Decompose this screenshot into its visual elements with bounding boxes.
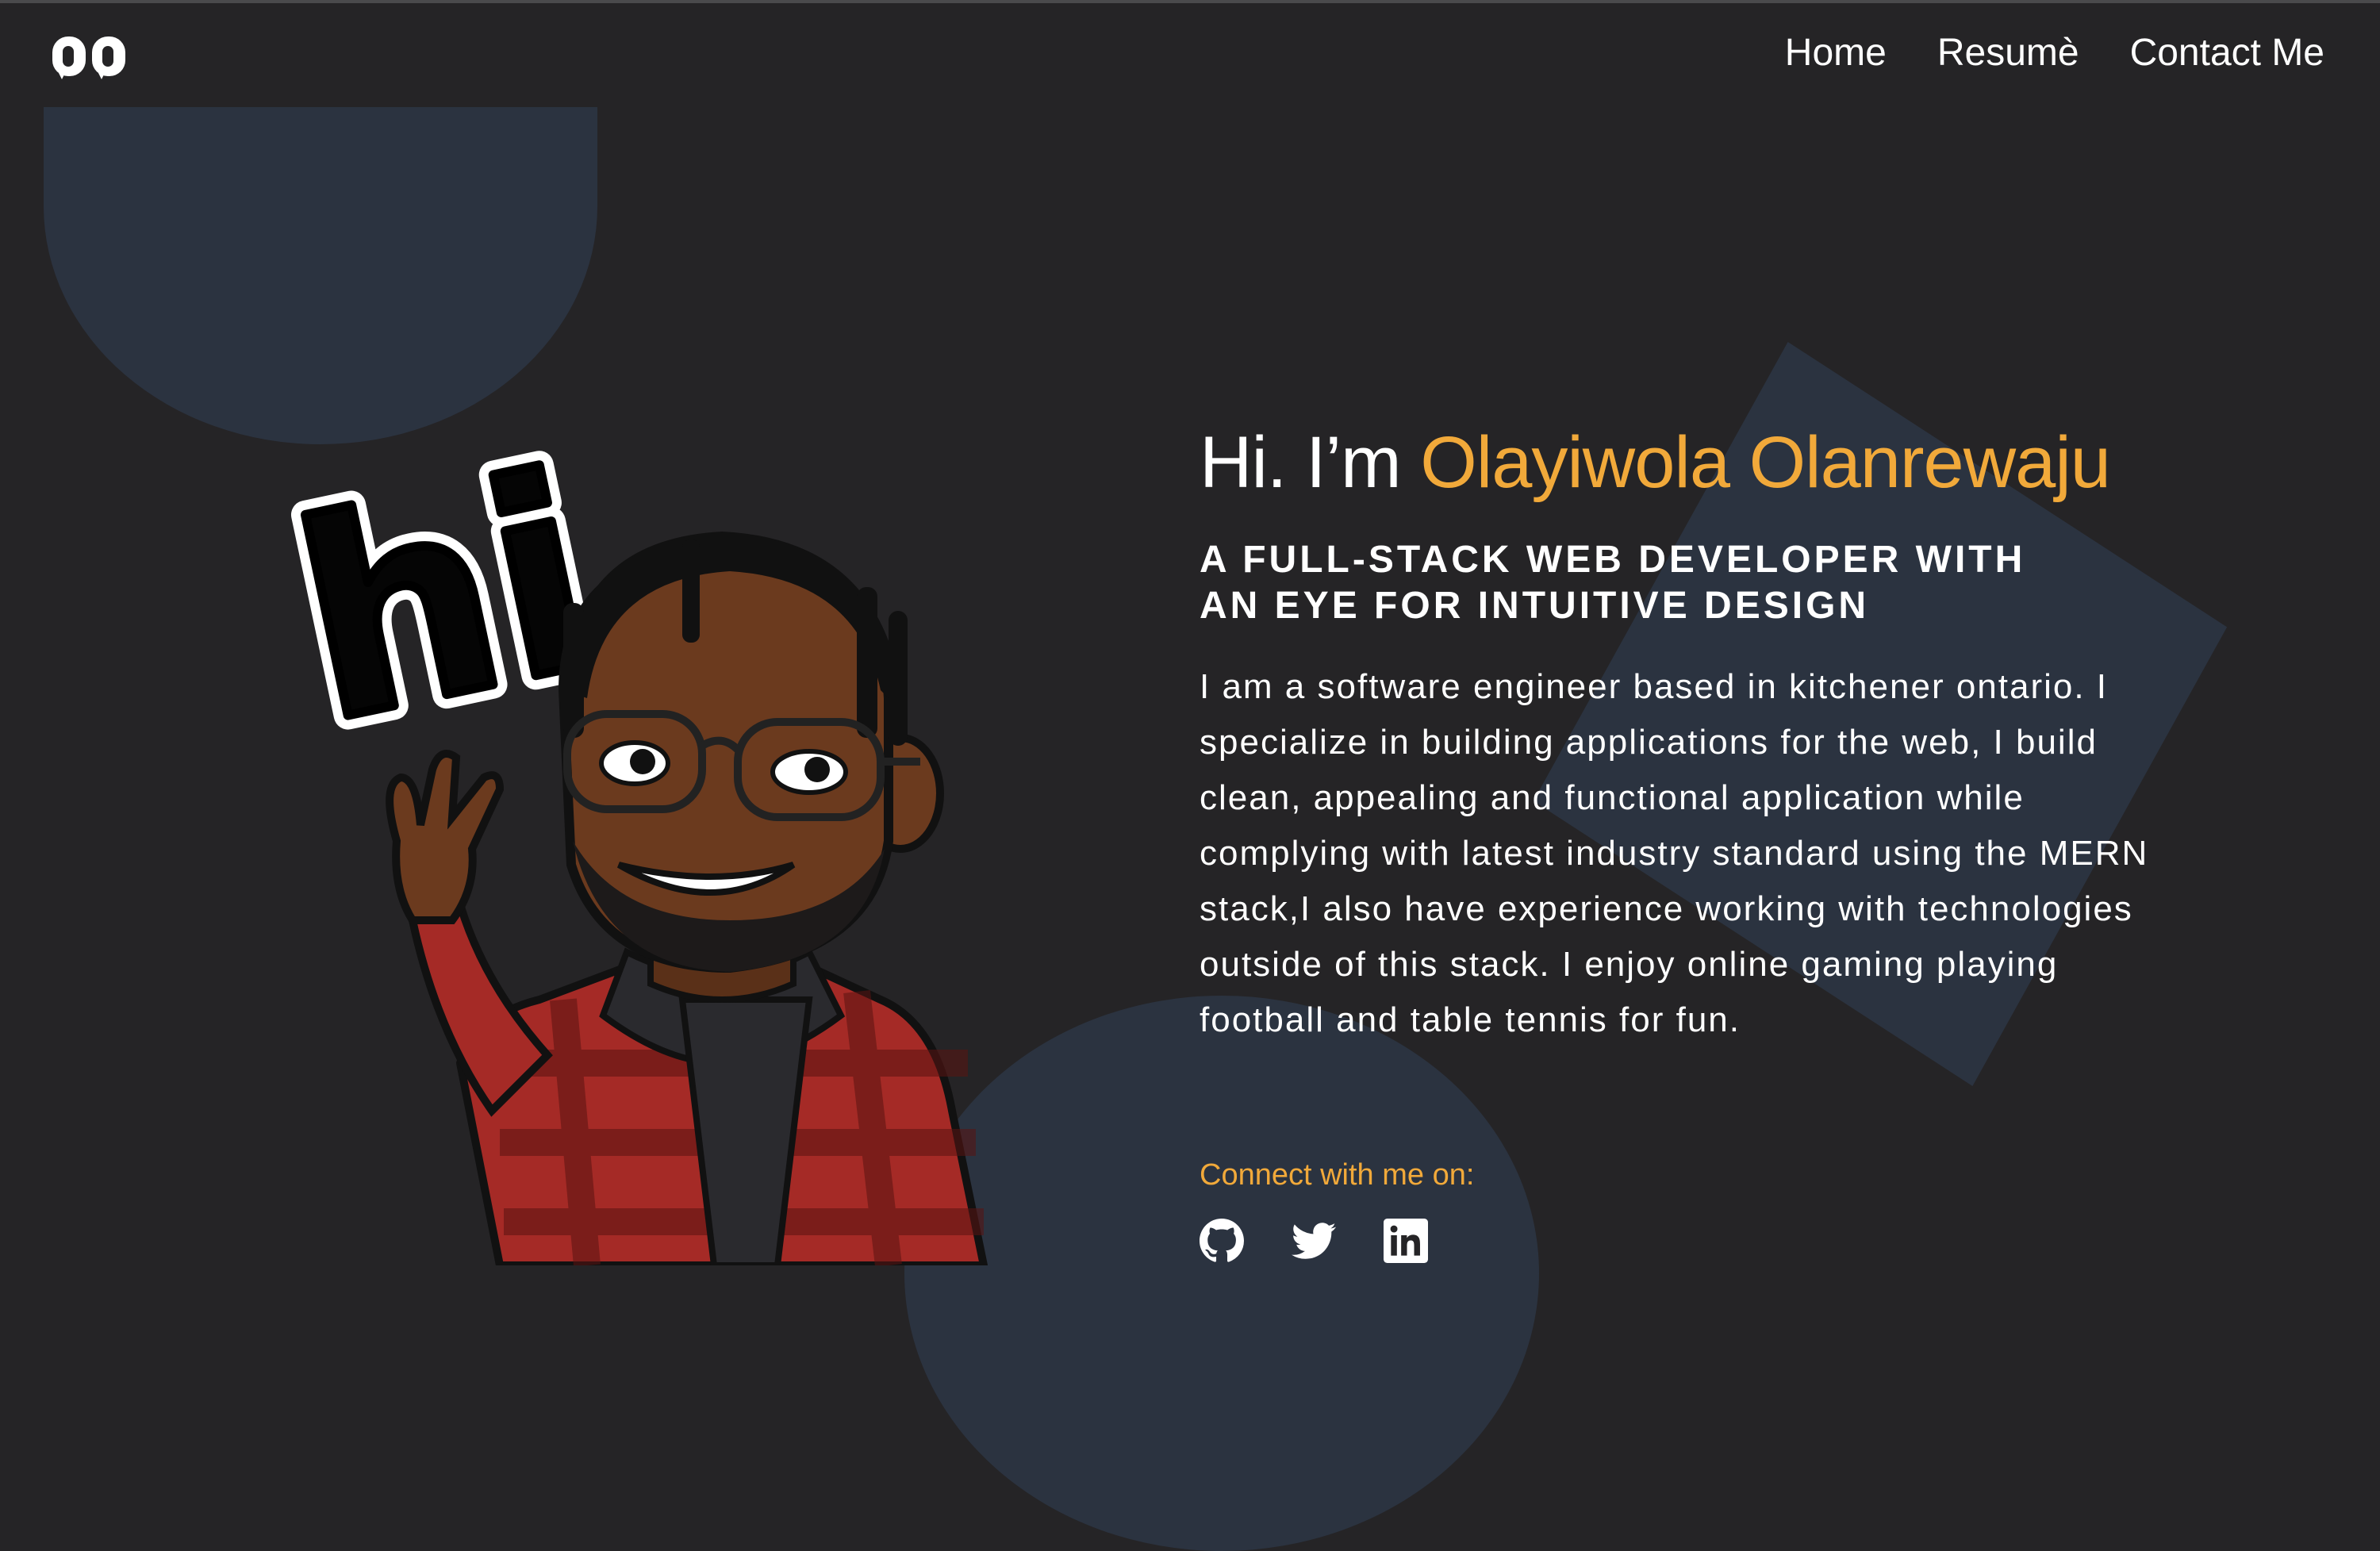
github-link[interactable]: [1200, 1219, 1244, 1263]
top-border: [0, 0, 2380, 3]
intro-section: Hi. I’m Olayiwola Olanrewaju A FULL-STAC…: [1200, 417, 2147, 1048]
github-icon: [1200, 1219, 1244, 1262]
twitter-icon: [1292, 1223, 1336, 1259]
page-title: Hi. I’m Olayiwola Olanrewaju: [1200, 417, 2136, 509]
connect-label: Connect with me on:: [1200, 1158, 1475, 1192]
bio-paragraph: I am a software engineer based in kitche…: [1200, 667, 2149, 1039]
social-links: [1200, 1219, 1428, 1263]
logo-icon[interactable]: [51, 33, 127, 79]
nav-contact[interactable]: Contact Me: [2130, 29, 2324, 78]
linkedin-link[interactable]: [1384, 1219, 1428, 1263]
nav-resume[interactable]: Resumè: [1937, 29, 2079, 78]
avatar-illustration: [386, 532, 988, 1265]
linkedin-icon: [1384, 1219, 1428, 1263]
greeting-prefix: Hi. I’m: [1200, 422, 1421, 503]
tagline: A FULL-STACK WEB DEVELOPER WITH AN EYE F…: [1200, 539, 2026, 627]
nav-home[interactable]: Home: [1785, 29, 1887, 78]
twitter-link[interactable]: [1292, 1219, 1336, 1263]
main-nav: Home Resumè Contact Me: [1785, 29, 2324, 78]
decorative-blob-top: [44, 107, 597, 444]
developer-name: Olayiwola Olanrewaju: [1420, 422, 2111, 503]
